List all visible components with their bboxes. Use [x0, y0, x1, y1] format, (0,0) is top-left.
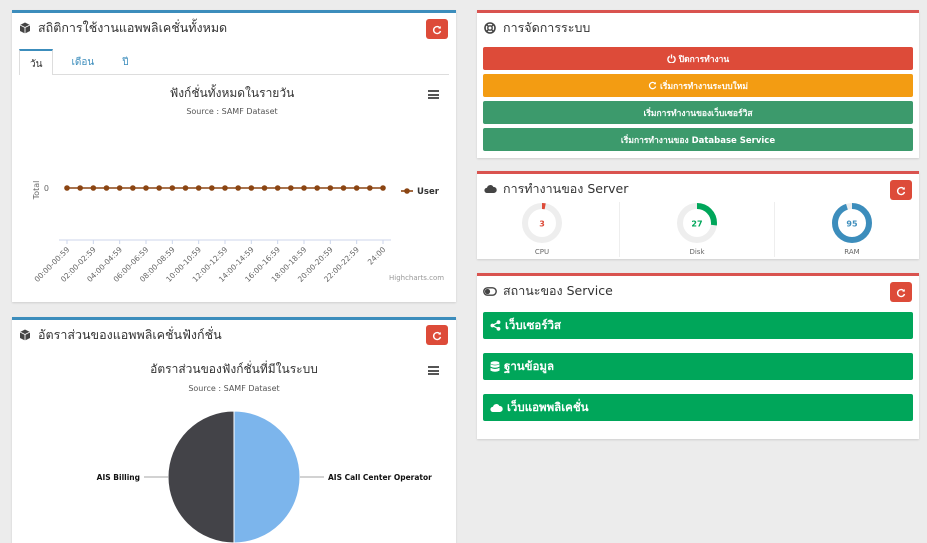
refresh-icon	[896, 181, 906, 200]
data-point	[274, 185, 281, 191]
server-status-panel: การทำงานของ Server 3 CPU 27 Disk 95 RAM	[477, 171, 919, 259]
legend-marker	[404, 188, 410, 194]
data-point	[209, 185, 215, 191]
start-web-service-button[interactable]: เริ่มการทำงานของเว็บเซอร์วิส	[483, 101, 913, 124]
period-tabs: วัน เดือน ปี	[19, 49, 449, 75]
data-point	[169, 185, 176, 191]
data-point	[195, 185, 202, 191]
function-ratio-refresh-button[interactable]	[426, 325, 448, 345]
data-point	[380, 185, 386, 191]
gauge-divider	[774, 202, 775, 257]
data-point	[222, 185, 228, 191]
disk-gauge-label: Disk	[689, 248, 705, 256]
app-stats-title: สถิติการใช้งานแอพพลิเคชั่นทั้งหมด	[38, 20, 228, 35]
data-point	[235, 185, 241, 191]
service-status-header: สถานะของ Service	[477, 276, 919, 306]
data-point	[103, 185, 110, 191]
ram-gauge-value: 95	[846, 220, 858, 229]
cpu-gauge: 3	[521, 202, 563, 244]
data-point	[301, 185, 307, 191]
pie-chart: AIS Call Center Operator AIS Billing	[97, 410, 432, 543]
x-tick-label: 24:00	[366, 245, 388, 267]
tab-day[interactable]: วัน	[19, 49, 54, 75]
pie-chart-title: อัตราส่วนของฟังก์ชั่นที่มีในระบบ	[150, 362, 318, 376]
app-stats-header: สถิติการใช้งานแอพพลิเคชั่นทั้งหมด	[12, 13, 456, 43]
pie-slice	[233, 410, 301, 543]
power-icon	[667, 54, 676, 63]
line-chart: Total 000:00-00:5902:00-02:5904:00-04:590…	[32, 181, 440, 284]
function-ratio-header: อัตราส่วนของแอพพลิเคชั่นฟังก์ชั่น	[12, 320, 456, 350]
system-management-header: การจัดการระบบ	[477, 13, 919, 43]
ram-gauge-label: RAM	[844, 248, 860, 256]
data-point	[90, 185, 97, 191]
web-service-status[interactable]: เว็บเซอร์วิส	[483, 312, 913, 339]
data-point	[340, 185, 347, 191]
disk-gauge-value: 27	[691, 220, 702, 229]
refresh-icon	[648, 81, 657, 90]
service-status-title: สถานะของ Service	[503, 283, 613, 298]
data-point	[182, 185, 189, 191]
system-management-title: การจัดการระบบ	[503, 20, 591, 35]
refresh-icon	[432, 20, 442, 39]
data-point	[327, 185, 334, 191]
database-status[interactable]: ฐานข้อมูล	[483, 353, 913, 380]
tab-month[interactable]: เดือน	[61, 49, 104, 75]
server-status-header: การทำงานของ Server	[477, 174, 919, 204]
cube-icon	[18, 21, 32, 35]
data-point	[248, 185, 255, 191]
refresh-icon	[432, 326, 442, 345]
data-point	[353, 185, 360, 191]
pie-slice-label: AIS Call Center Operator	[328, 473, 432, 482]
data-point	[143, 185, 149, 191]
y-axis-title: Total	[32, 181, 41, 201]
toggle-icon	[483, 284, 497, 298]
server-status-title: การทำงานของ Server	[503, 181, 629, 196]
y-tick-label: 0	[44, 184, 49, 193]
server-status-refresh-button[interactable]	[890, 180, 912, 200]
pie-chart-menu-button[interactable]	[428, 366, 439, 375]
data-point	[64, 185, 70, 191]
service-status-refresh-button[interactable]	[890, 282, 912, 302]
database-icon	[490, 360, 500, 372]
legend-label-user: User	[417, 187, 440, 197]
restart-system-button[interactable]: เริ่มการทำงานระบบใหม่	[483, 74, 913, 97]
system-management-panel: การจัดการระบบ ปิดการทำงาน เริ่มการทำงานร…	[477, 10, 919, 158]
cloud-icon	[490, 403, 503, 412]
pie-chart-source: Source : SAMF Dataset	[188, 384, 280, 393]
service-status-panel: สถานะของ Service เว็บเซอร์วิส ฐานข้อมูล …	[477, 273, 919, 439]
cpu-gauge-label: CPU	[534, 248, 550, 256]
data-point	[116, 185, 123, 191]
refresh-icon	[896, 283, 906, 302]
data-point	[314, 185, 320, 191]
tab-year[interactable]: ปี	[112, 49, 138, 75]
cloud-icon	[483, 182, 497, 196]
share-icon	[490, 320, 501, 331]
web-application-status[interactable]: เว็บแอพพลิเคชั่น	[483, 394, 913, 421]
data-point	[288, 185, 294, 191]
data-point	[77, 185, 83, 191]
lifebuoy-icon	[483, 21, 497, 35]
data-point	[156, 185, 162, 191]
cpu-gauge-value: 3	[539, 220, 545, 229]
data-point	[261, 185, 268, 191]
ram-gauge: 95	[831, 202, 873, 244]
shutdown-button[interactable]: ปิดการทำงาน	[483, 47, 913, 70]
app-stats-refresh-button[interactable]	[426, 19, 448, 39]
function-ratio-title: อัตราส่วนของแอพพลิเคชั่นฟังก์ชั่น	[38, 327, 222, 342]
highcharts-credit[interactable]: Highcharts.com	[389, 274, 444, 282]
disk-gauge: 27	[676, 202, 718, 244]
cube-icon	[18, 328, 32, 342]
pie-slice	[167, 410, 235, 543]
start-database-service-button[interactable]: เริ่มการทำงานของ Database Service	[483, 128, 913, 151]
gauge-divider	[619, 202, 620, 257]
function-ratio-panel: อัตราส่วนของแอพพลิเคชั่นฟังก์ชั่น อัตราส…	[12, 317, 456, 543]
data-point	[367, 185, 373, 191]
pie-slice-label: AIS Billing	[97, 473, 140, 482]
data-point	[130, 185, 136, 191]
app-stats-panel: สถิติการใช้งานแอพพลิเคชั่นทั้งหมด วัน เด…	[12, 10, 456, 302]
